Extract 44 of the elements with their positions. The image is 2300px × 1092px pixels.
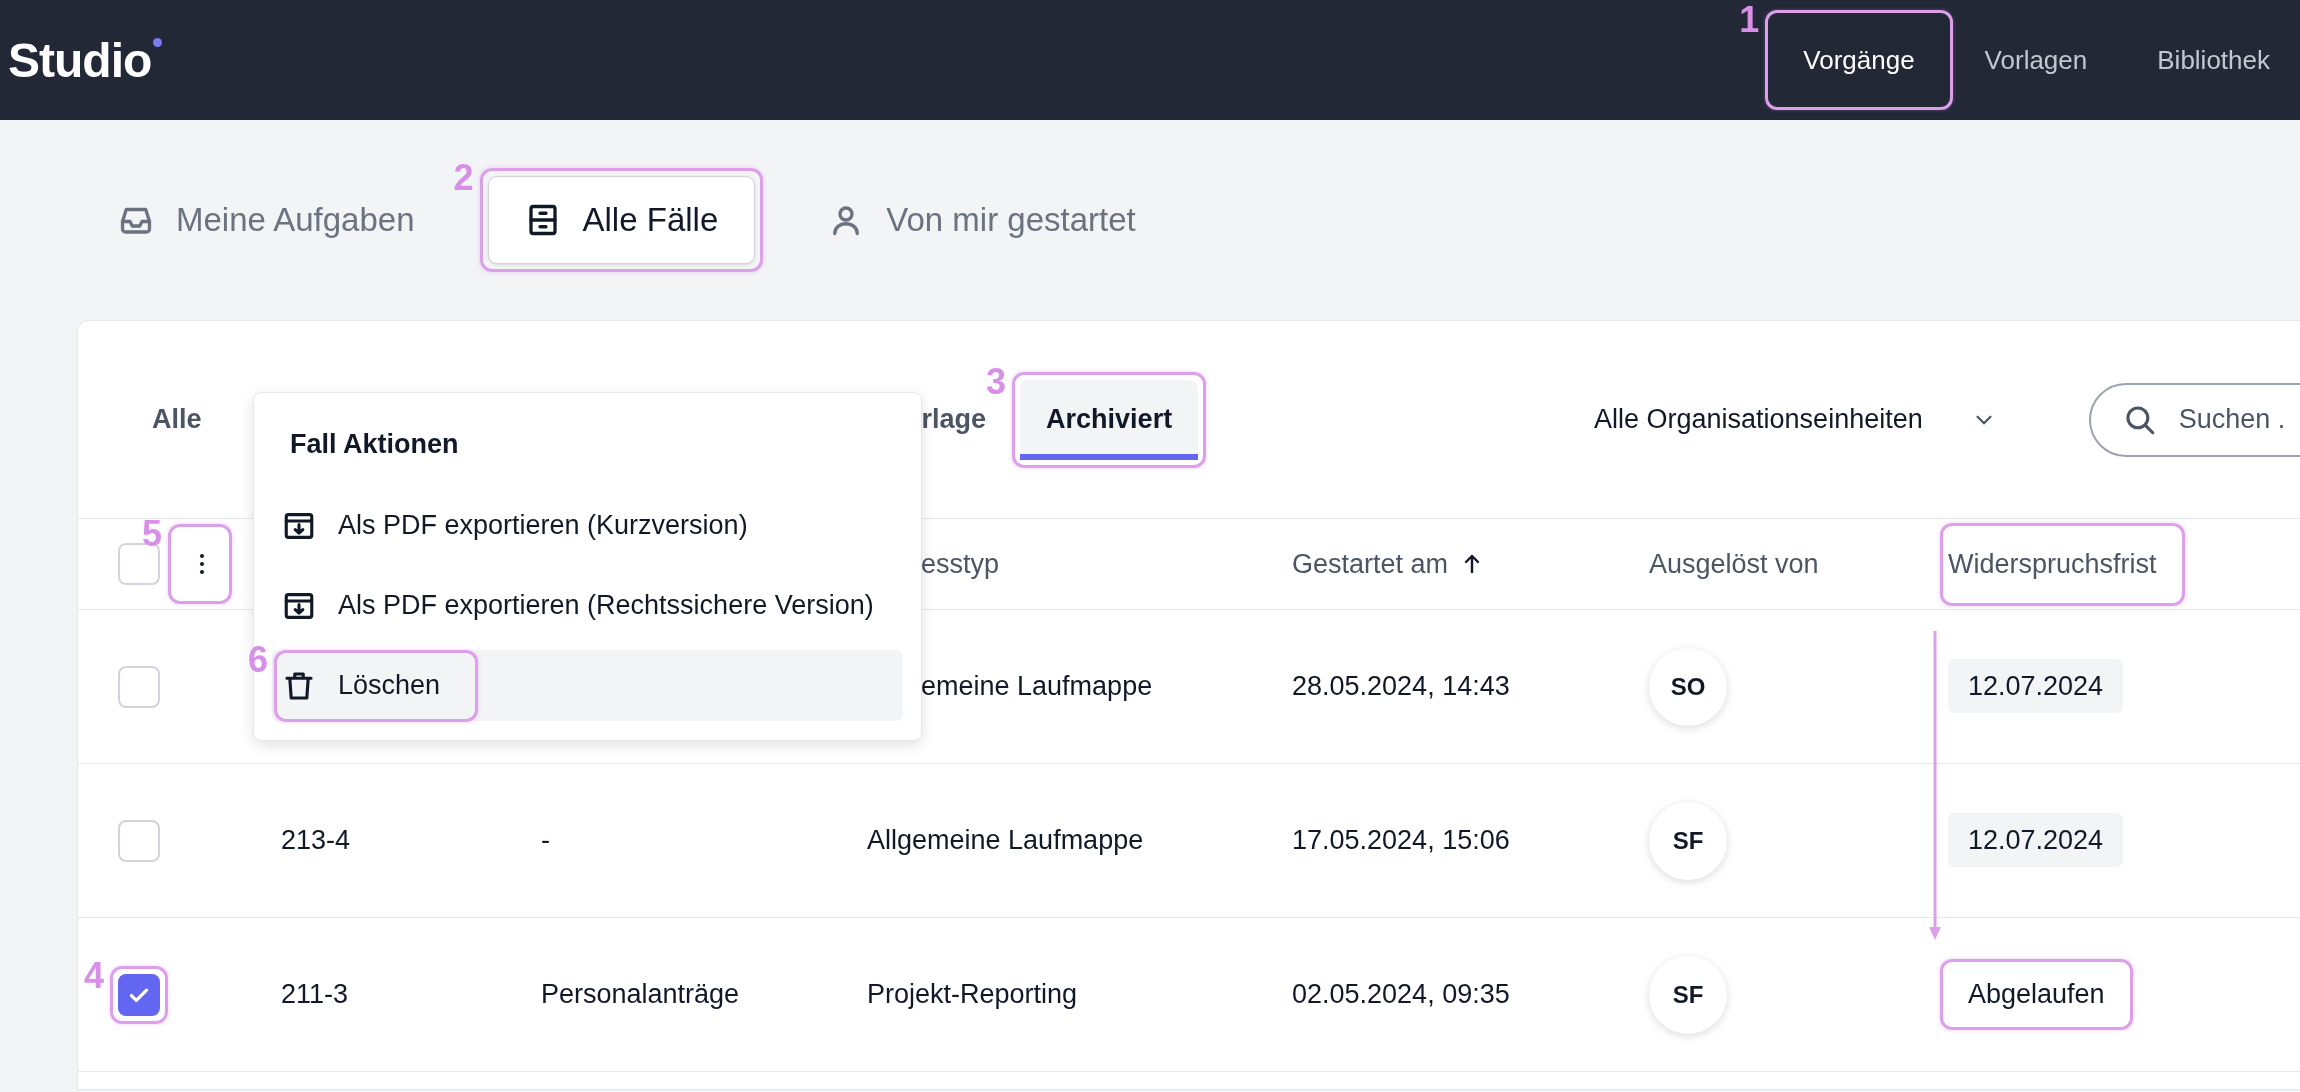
status-label: Abgelaufen <box>1967 978 2106 1011</box>
table-cell: Projekt-Reporting <box>867 979 1078 1009</box>
table-cell: 211-3 <box>281 979 349 1009</box>
avatar: SF <box>1649 955 1727 1034</box>
more-vertical-icon <box>199 552 205 576</box>
filter-tab[interactable]: Alle <box>130 379 224 460</box>
callout-number: 1 <box>1739 2 1760 38</box>
column-header: Ausgelöst von <box>1649 548 1819 579</box>
callout-number: 3 <box>986 363 1007 400</box>
table-cell: 02.05.2024, 09:35 <box>1292 979 1510 1009</box>
table-cell: 213-4 <box>281 825 351 855</box>
column-header: esstyp <box>920 548 1000 579</box>
callout-number: 6 <box>247 641 268 678</box>
table-cell-text: emeine Laufmappe <box>920 671 1153 701</box>
avatar: SO <box>1649 647 1727 726</box>
menu-item[interactable]: Als PDF exportieren (Kurzversion) <box>272 490 903 561</box>
logo-dot <box>153 38 163 47</box>
org-dropdown[interactable]: Alle Organisationseinheiten <box>1594 404 1997 435</box>
checkbox[interactable] <box>118 973 160 1016</box>
view-tab[interactable]: Von mir gestartet <box>827 176 1137 264</box>
menu-item[interactable]: Als PDF exportieren (Rechtssichere Version) <box>272 570 903 641</box>
nav-link[interactable]: Vorgänge <box>1773 18 1945 102</box>
search-field[interactable]: Suchen . <box>2088 382 2300 457</box>
callout-number: 2 <box>453 160 474 196</box>
nav-link[interactable]: Bibliothek <box>2127 18 2300 102</box>
nav-link[interactable]: Vorlagen <box>1954 18 2118 102</box>
date-chip: 12.07.2024 <box>1948 659 2124 713</box>
view-tab[interactable]: Meine Aufgaben <box>117 176 416 264</box>
callout-number: 4 <box>83 957 104 994</box>
date-chip: 12.07.2024 <box>1948 813 2124 867</box>
table-cell: - <box>541 825 550 855</box>
menu-title: Fall Aktionen <box>289 429 460 459</box>
filter-tab[interactable]: Archiviert <box>1020 379 1199 460</box>
avatar: SF <box>1649 801 1727 880</box>
callout-number: 5 <box>141 516 162 552</box>
filter-tab[interactable]: rlage <box>921 379 987 460</box>
table-cell: Personalanträge <box>541 979 740 1009</box>
table-cell: 28.05.2024, 14:43 <box>1292 671 1510 701</box>
view-tab[interactable]: Alle Fälle <box>487 176 756 264</box>
table-cell: Allgemeine Laufmappe <box>867 825 1144 855</box>
column-header: Gestartet am <box>1292 548 1449 580</box>
table-cell: 17.05.2024, 15:06 <box>1292 825 1510 855</box>
logo: Studio <box>8 32 152 88</box>
column-header: Widerspruchsfrist <box>1947 547 2158 581</box>
